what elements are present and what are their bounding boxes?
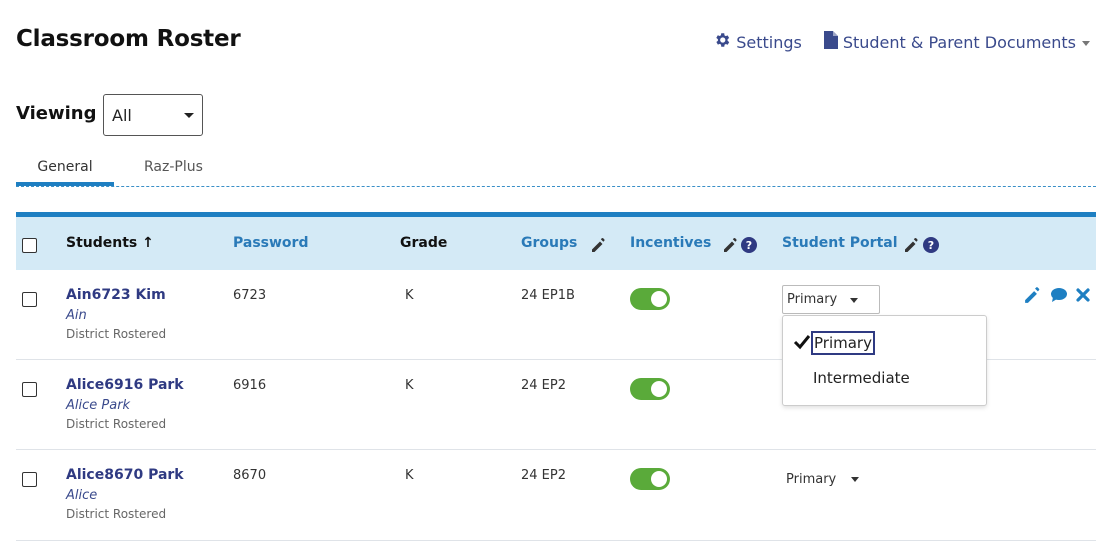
column-students[interactable]: Students ↑ <box>66 235 154 251</box>
student-portal-select[interactable]: Primary <box>782 285 880 314</box>
column-groups[interactable]: Groups <box>521 235 577 251</box>
student-portal-select[interactable]: Primary <box>782 465 880 494</box>
question-circle-icon[interactable]: ? <box>741 237 757 257</box>
password-cell: 6723 <box>233 288 267 303</box>
viewing-select[interactable]: All <box>103 94 203 136</box>
password-cell: 6916 <box>233 378 267 393</box>
table-header: Students ↑ Password Grade Groups Incenti… <box>16 212 1096 270</box>
roster-source: District Rostered <box>66 507 167 521</box>
close-x-icon[interactable] <box>1076 288 1090 302</box>
menu-option-primary[interactable]: Primary <box>811 331 875 355</box>
viewing-value: All <box>112 105 132 125</box>
incentives-toggle[interactable] <box>630 468 670 490</box>
chevron-down-icon <box>1082 40 1090 46</box>
settings-label: Settings <box>736 32 802 52</box>
grade-cell: K <box>405 378 414 393</box>
svg-text:?: ? <box>746 239 752 252</box>
group-cell: 24 EP1B <box>521 288 575 303</box>
incentives-toggle[interactable] <box>630 288 670 310</box>
column-students-label: Students <box>66 235 138 251</box>
sort-arrow-icon: ↑ <box>142 235 154 251</box>
pencil-icon[interactable] <box>904 237 920 257</box>
group-cell: 24 EP2 <box>521 378 566 393</box>
select-all-checkbox[interactable] <box>22 238 37 253</box>
grade-cell: K <box>405 288 414 303</box>
table-row: Alice8670 Park Alice District Rostered 8… <box>16 450 1096 541</box>
student-name[interactable]: Ain6723 Kim <box>66 287 166 303</box>
group-cell: 24 EP2 <box>521 468 566 483</box>
roster-source: District Rostered <box>66 327 167 341</box>
student-name[interactable]: Alice8670 Park <box>66 467 184 483</box>
pencil-icon[interactable] <box>591 237 607 257</box>
viewing-label: Viewing <box>16 103 97 124</box>
student-portal-menu: Primary Intermediate <box>782 315 987 406</box>
column-incentives[interactable]: Incentives <box>630 235 711 251</box>
chevron-down-icon <box>851 477 859 482</box>
roster-source: District Rostered <box>66 417 167 431</box>
column-student-portal[interactable]: Student Portal <box>782 235 898 251</box>
gear-icon <box>713 31 736 53</box>
password-cell: 8670 <box>233 468 267 483</box>
page-title: Classroom Roster <box>16 26 241 52</box>
document-icon <box>823 31 843 53</box>
student-display-name: Ain <box>66 308 87 323</box>
speech-bubble-icon[interactable] <box>1051 288 1067 302</box>
chevron-down-icon <box>184 113 194 118</box>
documents-menu[interactable]: Student & Parent Documents <box>823 31 1090 53</box>
pencil-icon[interactable] <box>723 237 739 257</box>
row-checkbox[interactable] <box>22 472 37 487</box>
portal-value: Primary <box>787 292 838 307</box>
student-name[interactable]: Alice6916 Park <box>66 377 184 393</box>
grade-cell: K <box>405 468 414 483</box>
settings-link[interactable]: Settings <box>713 31 802 53</box>
header-links: Settings Student & Parent Documents <box>713 31 1090 53</box>
row-actions <box>1024 286 1099 304</box>
menu-option-intermediate[interactable]: Intermediate <box>813 369 910 387</box>
portal-value: Primary <box>786 472 837 487</box>
tab-general[interactable]: General <box>16 159 114 186</box>
documents-label: Student & Parent Documents <box>842 32 1076 52</box>
chevron-down-icon <box>850 298 858 303</box>
incentives-toggle[interactable] <box>630 378 670 400</box>
column-grade: Grade <box>400 235 448 251</box>
column-password[interactable]: Password <box>233 235 308 251</box>
row-checkbox[interactable] <box>22 382 37 397</box>
svg-text:?: ? <box>928 239 934 252</box>
tab-bar: General Raz-Plus <box>16 152 1096 187</box>
question-circle-icon[interactable]: ? <box>923 237 939 257</box>
tab-raz-plus[interactable]: Raz-Plus <box>144 159 203 175</box>
student-display-name: Alice <box>66 488 98 503</box>
pencil-icon[interactable] <box>1024 286 1042 304</box>
student-display-name: Alice Park <box>66 398 131 413</box>
checkmark-icon <box>793 334 811 354</box>
row-checkbox[interactable] <box>22 292 37 307</box>
